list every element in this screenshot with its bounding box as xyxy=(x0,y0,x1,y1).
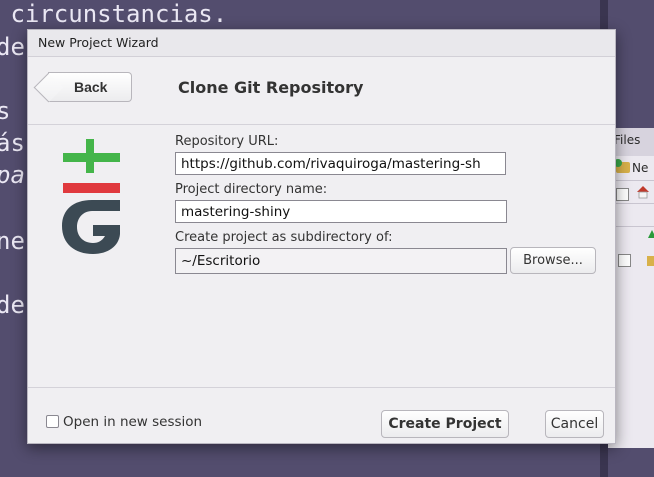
new-folder-icon xyxy=(614,159,630,173)
code-line: de xyxy=(0,33,25,61)
wizard-page-title: Clone Git Repository xyxy=(178,78,364,97)
code-line: de xyxy=(0,291,25,319)
project-directory-name-label: Project directory name: xyxy=(175,182,328,197)
row-checkbox[interactable] xyxy=(618,254,631,267)
browse-button[interactable]: Browse... xyxy=(510,247,596,274)
code-line: pa xyxy=(0,161,25,189)
home-icon[interactable] xyxy=(636,185,650,199)
new-folder-label: Ne xyxy=(632,161,649,175)
up-arrow-icon[interactable] xyxy=(648,230,654,238)
code-line: circunstancias. xyxy=(0,0,228,28)
cancel-button[interactable]: Cancel xyxy=(545,410,604,438)
git-logo-icon xyxy=(62,139,120,254)
divider-bottom xyxy=(28,387,615,388)
folder-icon xyxy=(647,256,654,266)
repository-url-input[interactable] xyxy=(175,152,506,175)
repository-url-label: Repository URL: xyxy=(175,134,279,149)
new-project-wizard-dialog: New Project Wizard Back Clone Git Reposi… xyxy=(27,29,616,444)
window-title: New Project Wizard xyxy=(38,35,159,50)
code-line: ás xyxy=(0,129,25,157)
background-strip xyxy=(608,448,654,477)
code-line: s xyxy=(0,97,11,125)
select-all-checkbox[interactable] xyxy=(616,188,629,201)
subdirectory-label: Create project as subdirectory of: xyxy=(175,230,393,245)
back-button-label: Back xyxy=(74,79,108,95)
new-folder-button[interactable]: Ne xyxy=(614,159,649,175)
open-in-new-session-checkbox[interactable] xyxy=(46,415,59,428)
create-project-button[interactable]: Create Project xyxy=(381,410,509,438)
code-line: ne xyxy=(0,227,25,255)
divider-top xyxy=(28,124,615,125)
open-in-new-session-label[interactable]: Open in new session xyxy=(63,414,202,430)
subdirectory-path-field[interactable] xyxy=(175,248,507,274)
files-tab[interactable]: Files xyxy=(614,133,640,147)
back-button[interactable]: Back xyxy=(48,72,132,102)
title-bar[interactable]: New Project Wizard xyxy=(28,30,615,57)
project-directory-name-input[interactable] xyxy=(175,200,507,223)
